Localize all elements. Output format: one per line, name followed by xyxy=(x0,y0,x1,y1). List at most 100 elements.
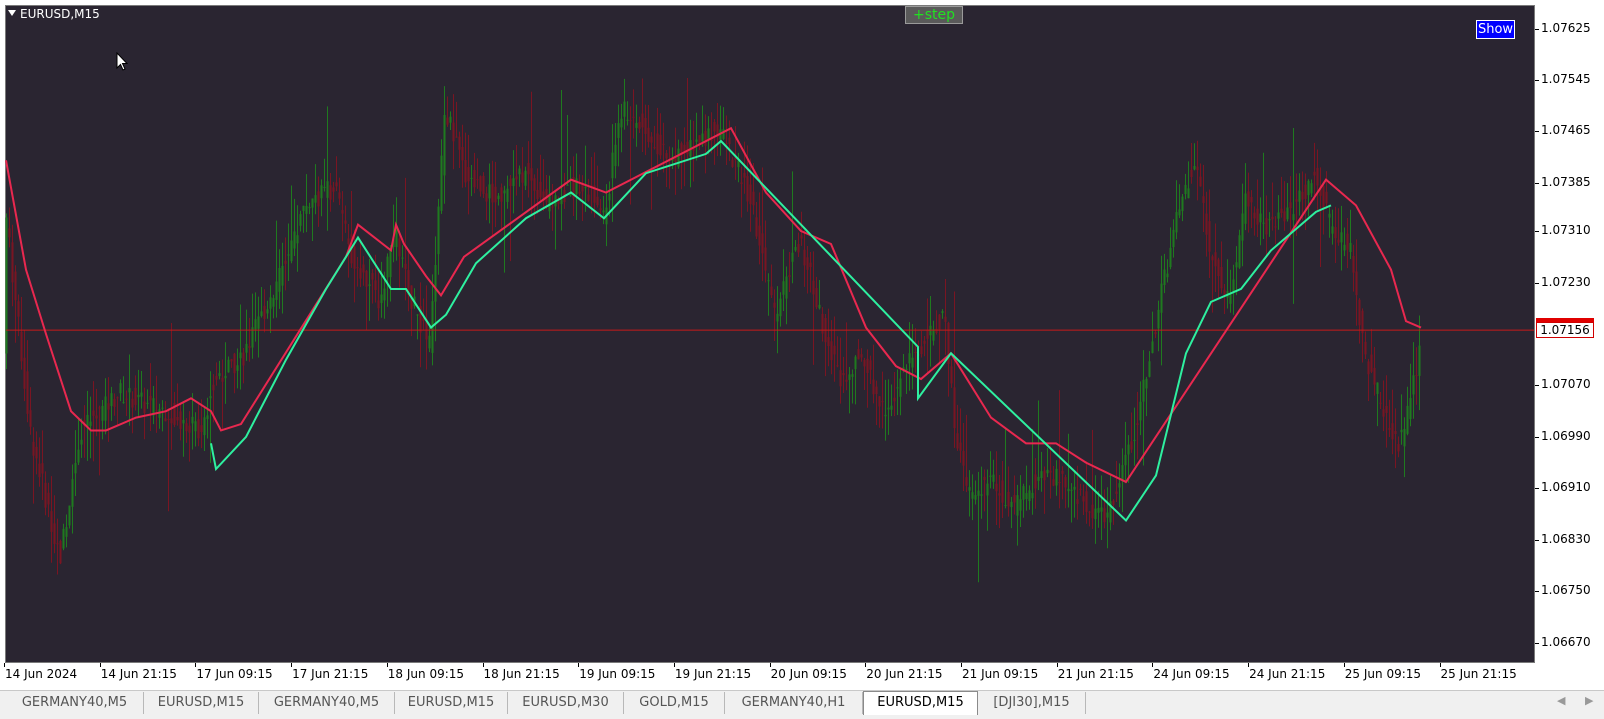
scroll-left-icon[interactable]: ◀ xyxy=(1557,694,1565,707)
bear-candle xyxy=(863,359,866,367)
bull-candle xyxy=(1241,213,1244,241)
bull-candle xyxy=(80,439,83,445)
price-axis[interactable]: 1.07625 1.07545 1.07465 1.07385 1.07310 1.072… xyxy=(1535,0,1604,690)
bull-candle xyxy=(218,373,221,377)
bear-candle xyxy=(755,217,758,237)
price-label: 1.06830 xyxy=(1541,531,1591,546)
mouse-cursor-icon xyxy=(116,52,128,71)
bear-candle xyxy=(1001,480,1004,503)
bear-candle xyxy=(1136,423,1139,426)
bull-candle xyxy=(1238,235,1241,268)
chart-tab[interactable]: GERMANY40,M5 xyxy=(259,692,395,714)
bear-candle xyxy=(698,135,701,144)
price-tick xyxy=(1535,591,1539,593)
bull-candle xyxy=(236,365,239,371)
bear-candle xyxy=(23,357,26,389)
bull-candle xyxy=(908,353,911,364)
bear-candle xyxy=(185,423,188,432)
bull-candle xyxy=(932,329,935,341)
time-axis[interactable]: 14 Jun 2024 14 Jun 21:15 17 Jun 09:15 17 Ju… xyxy=(0,663,1535,687)
price-tick xyxy=(1535,182,1539,184)
bear-candle xyxy=(881,401,884,403)
bear-candle xyxy=(500,187,503,202)
bull-candle xyxy=(1193,165,1196,170)
chart-tab[interactable]: GERMANY40,H1 xyxy=(725,692,863,714)
price-chart[interactable] xyxy=(0,0,1535,663)
bear-candle xyxy=(1289,202,1292,209)
bull-candle xyxy=(1142,379,1145,402)
dropdown-triangle-icon[interactable] xyxy=(8,10,16,16)
symbol-title[interactable]: EURUSD,M15 xyxy=(8,7,100,21)
bull-candle xyxy=(794,246,797,251)
bull-candle xyxy=(182,419,185,424)
time-label: 20 Jun 09:15 xyxy=(770,667,847,681)
step-button[interactable]: +step xyxy=(905,6,963,24)
time-label: 14 Jun 21:15 xyxy=(100,667,177,681)
chart-tab[interactable]: EURUSD,M15 xyxy=(144,692,259,714)
bull-candle xyxy=(1349,242,1352,253)
bull-candle xyxy=(611,152,614,179)
chart-tab[interactable]: EURUSD,M15 xyxy=(395,692,508,714)
bear-candle xyxy=(638,121,641,129)
bear-candle xyxy=(50,511,53,532)
bear-candle xyxy=(335,182,338,187)
bull-candle xyxy=(71,479,74,507)
bear-candle xyxy=(1082,496,1085,502)
bull-candle xyxy=(308,207,311,209)
bull-candle xyxy=(137,394,140,398)
time-label: 18 Jun 21:15 xyxy=(483,667,560,681)
chart-tab[interactable]: EURUSD,M30 xyxy=(508,692,624,714)
bull-candle xyxy=(977,490,980,496)
bear-candle xyxy=(341,210,344,214)
bear-candle xyxy=(98,407,101,409)
bear-candle xyxy=(1112,500,1115,505)
bull-candle xyxy=(1244,193,1247,224)
time-label: 14 Jun 2024 xyxy=(5,667,78,681)
bull-candle xyxy=(1406,405,1409,434)
bear-candle xyxy=(662,143,665,145)
bull-candle xyxy=(620,118,623,128)
bull-candle xyxy=(311,198,314,208)
bear-candle xyxy=(131,398,134,408)
bull-candle xyxy=(1073,486,1076,490)
chart-tab[interactable]: EURUSD,M15 xyxy=(863,691,978,715)
bull-candle xyxy=(980,494,983,496)
bull-candle xyxy=(1262,222,1265,224)
bear-candle xyxy=(1154,331,1157,335)
bear-candle xyxy=(749,184,752,205)
bear-candle xyxy=(284,260,287,264)
chart-tab[interactable]: GERMANY40,M5 xyxy=(6,692,144,714)
price-label: 1.07625 xyxy=(1541,20,1591,35)
bear-candle xyxy=(1049,470,1052,473)
bull-candle xyxy=(206,415,209,420)
time-label: 24 Jun 09:15 xyxy=(1153,667,1230,681)
bull-candle xyxy=(1148,361,1151,377)
bear-candle xyxy=(53,523,56,544)
bear-candle xyxy=(149,395,152,401)
chart-tab[interactable]: GOLD,M15 xyxy=(624,692,725,714)
bull-candle xyxy=(1151,341,1154,354)
bull-candle xyxy=(1307,180,1310,196)
bear-candle xyxy=(491,183,494,203)
bull-candle xyxy=(1259,213,1262,223)
bear-candle xyxy=(803,249,806,266)
chart-window[interactable]: EURUSD,M15 +step Show 1.07625 1.07545 1.07… xyxy=(0,0,1604,690)
chart-tab[interactable]: [DJI30],M15 xyxy=(978,692,1086,714)
bear-candle xyxy=(1373,367,1376,385)
bear-candle xyxy=(839,370,842,387)
bear-candle xyxy=(845,379,848,382)
scroll-right-icon[interactable]: ▶ xyxy=(1585,694,1593,707)
bear-candle xyxy=(1325,191,1328,204)
bear-candle xyxy=(1034,474,1037,489)
bull-candle xyxy=(497,195,500,200)
bull-candle xyxy=(695,139,698,142)
bull-candle xyxy=(1232,279,1235,293)
bear-candle xyxy=(11,242,14,283)
show-button[interactable]: Show xyxy=(1476,20,1515,39)
bear-candle xyxy=(953,387,956,429)
bear-candle xyxy=(812,280,815,295)
bull-candle xyxy=(269,297,272,309)
bear-candle xyxy=(1052,479,1055,486)
bull-candle xyxy=(5,217,8,354)
bear-candle xyxy=(1115,491,1118,494)
